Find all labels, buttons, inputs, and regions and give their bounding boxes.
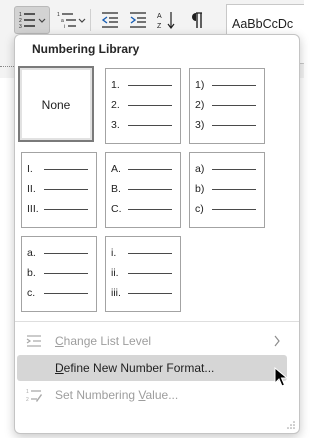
ribbon-dotted-divider — [0, 66, 14, 67]
numbering-tile-arabic-paren[interactable]: 1) 2) 3) — [189, 68, 265, 144]
svg-text:Z: Z — [157, 23, 162, 30]
numbering-value-icon: 1 2 — [26, 389, 42, 403]
tile-number: II. — [27, 183, 36, 195]
numbering-tile-alpha-lower-paren[interactable]: a) b) c) — [189, 152, 265, 228]
tile-line — [128, 188, 172, 190]
svg-text:A: A — [157, 13, 162, 20]
set-numbering-value-item[interactable]: 1 2 Set Numbering Value... — [17, 382, 287, 408]
tile-line — [212, 208, 256, 210]
tile-line — [212, 168, 256, 170]
style-sample-normal[interactable]: AaBbCcDc — [232, 17, 304, 31]
tile-number: C. — [111, 203, 122, 215]
tile-line — [128, 104, 172, 106]
tile-number: 2) — [195, 99, 205, 111]
tile-line — [212, 84, 256, 86]
tile-number: i. — [111, 247, 117, 259]
tile-number: 1. — [111, 79, 120, 91]
numbering-icon: 1 2 3 — [19, 12, 46, 30]
tile-none-label: None — [41, 98, 71, 112]
svg-text:1: 1 — [57, 12, 60, 18]
tile-number: 1) — [195, 79, 205, 91]
tile-line — [212, 188, 256, 190]
multilevel-list-icon: 1 a i — [57, 12, 86, 30]
change-list-level-item[interactable]: Change List Level — [17, 328, 287, 354]
tile-number: c. — [27, 287, 36, 299]
tile-number: III. — [27, 203, 39, 215]
show-formatting-marks-button[interactable] — [186, 6, 208, 34]
ribbon-separator — [90, 9, 91, 31]
svg-text:1: 1 — [26, 389, 29, 395]
numbering-library-heading: Numbering Library — [32, 42, 140, 56]
numbering-tile-arabic-period[interactable]: 1. 2. 3. — [105, 68, 181, 144]
define-new-number-format-label: Define New Number Format... — [55, 361, 215, 375]
tile-line — [44, 292, 88, 294]
sort-icon: A Z — [157, 12, 175, 30]
tile-line — [128, 252, 172, 254]
tile-line — [44, 272, 88, 274]
tile-line — [44, 168, 88, 170]
decrease-indent-icon — [101, 12, 118, 28]
tile-line — [44, 252, 88, 254]
tile-number: c) — [195, 203, 204, 215]
mouse-cursor-icon — [274, 367, 288, 387]
tile-line — [128, 168, 172, 170]
tile-number: B. — [111, 183, 121, 195]
tile-line — [44, 208, 88, 210]
numbering-button[interactable]: 1 2 3 — [14, 6, 50, 34]
tile-number: iii. — [111, 287, 121, 299]
tile-number: a. — [27, 247, 36, 259]
svg-text:i: i — [64, 24, 65, 30]
tile-line — [128, 292, 172, 294]
set-numbering-value-label: Set Numbering Value... — [55, 388, 179, 402]
menu-separator — [15, 321, 299, 322]
tile-line — [128, 208, 172, 210]
tile-number: b. — [27, 267, 36, 279]
increase-indent-icon — [130, 12, 146, 28]
numbering-dropdown: Numbering Library None 1. 2. 3. 1) 2) 3)… — [14, 34, 300, 434]
decrease-indent-button[interactable] — [98, 6, 122, 34]
multilevel-list-button[interactable]: 1 a i — [54, 6, 88, 34]
tile-number: 3. — [111, 119, 120, 131]
resize-grip-icon[interactable] — [287, 421, 295, 429]
tile-number: I. — [27, 163, 33, 175]
tile-line — [212, 104, 256, 106]
increase-indent-button[interactable] — [126, 6, 150, 34]
tile-number: 2. — [111, 99, 120, 111]
numbering-tile-none[interactable]: None — [18, 66, 94, 142]
tile-line — [128, 84, 172, 86]
tile-line — [128, 124, 172, 126]
numbering-tile-roman-upper[interactable]: I. II. III. — [21, 152, 97, 228]
tile-number: a) — [195, 163, 205, 175]
tile-line — [128, 272, 172, 274]
numbering-tile-alpha-upper[interactable]: A. B. C. — [105, 152, 181, 228]
pilcrow-icon — [192, 12, 202, 28]
tile-line — [44, 188, 88, 190]
tile-number: ii. — [111, 267, 119, 279]
list-level-icon — [26, 335, 41, 347]
numbering-tile-roman-lower[interactable]: i. ii. iii. — [105, 236, 181, 312]
define-new-number-format-item[interactable]: Define New Number Format... — [17, 355, 287, 381]
tile-number: b) — [195, 183, 205, 195]
svg-text:2: 2 — [26, 397, 29, 403]
numbering-tile-alpha-lower-period[interactable]: a. b. c. — [21, 236, 97, 312]
chevron-right-icon — [274, 335, 280, 347]
tile-number: A. — [111, 163, 121, 175]
sort-button[interactable]: A Z — [154, 6, 180, 34]
change-list-level-label: Change List Level — [55, 334, 152, 348]
svg-text:3: 3 — [19, 24, 22, 30]
tile-number: 3) — [195, 119, 205, 131]
tile-line — [212, 124, 256, 126]
